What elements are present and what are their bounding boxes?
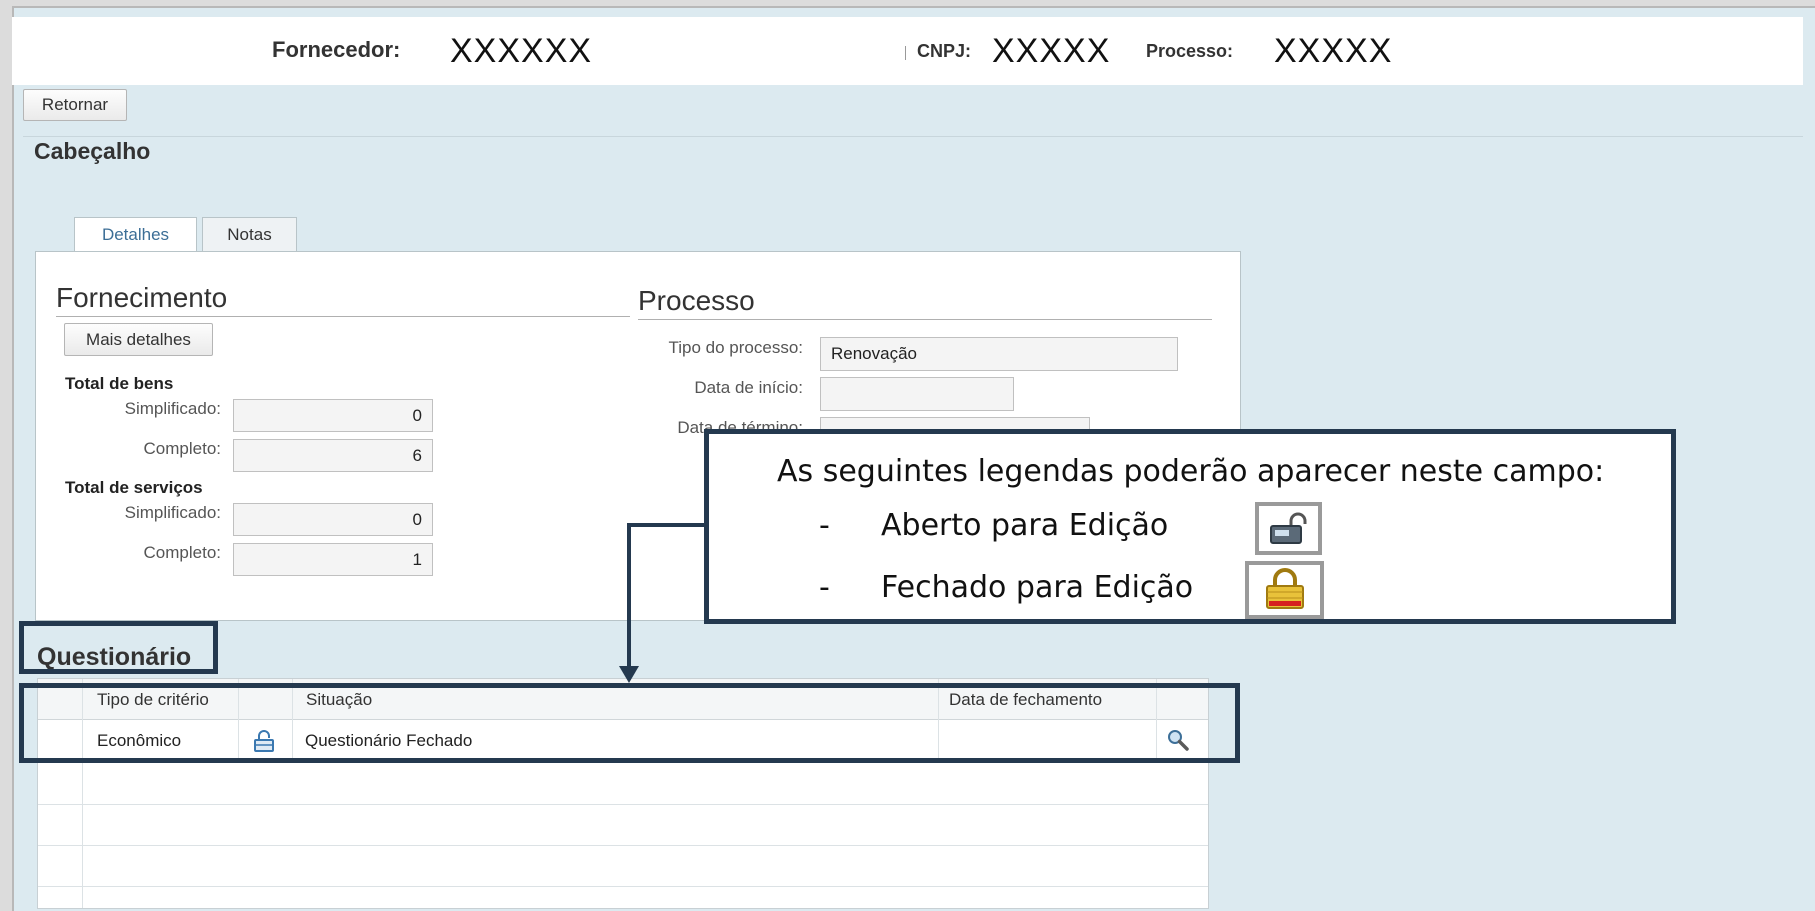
- start-date-field[interactable]: [820, 377, 1014, 411]
- services-simplified-field[interactable]: 0: [233, 503, 433, 536]
- fornecimento-title: Fornecimento: [56, 282, 228, 313]
- process-type-field[interactable]: Renovação: [820, 337, 1178, 371]
- processo-title: Processo: [638, 285, 755, 316]
- supplier-label: Fornecedor:: [272, 37, 401, 62]
- bullet-dash: -: [819, 570, 830, 605]
- goods-total-title: Total de bens: [65, 374, 174, 393]
- open-for-edit-icon: [1255, 502, 1322, 555]
- supplier-value: XXXXXX: [450, 32, 593, 70]
- processo-divider: [638, 319, 1212, 320]
- services-total-title: Total de serviços: [65, 478, 203, 497]
- connector-line: [627, 523, 707, 527]
- process-type-label: Tipo do processo:: [668, 338, 804, 357]
- legend-callout: As seguintes legendas poderão aparecer n…: [704, 429, 1676, 624]
- cnpj-value: XXXXX: [992, 32, 1111, 70]
- row-divider: [38, 886, 1208, 887]
- tab-notas[interactable]: Notas: [202, 217, 297, 251]
- services-complete-field[interactable]: 1: [233, 543, 433, 576]
- goods-complete-label: Completo:: [143, 439, 221, 458]
- bullet-dash: -: [819, 508, 830, 543]
- connector-line: [627, 523, 631, 675]
- callout-headline: As seguintes legendas poderão aparecer n…: [777, 454, 1605, 489]
- arrow-head-icon: [619, 666, 639, 683]
- questionnaire-row-highlight: [19, 683, 1240, 763]
- fornecimento-divider: [56, 316, 630, 317]
- services-simplified-label: Simplificado:: [124, 503, 221, 522]
- more-details-button[interactable]: Mais detalhes: [64, 323, 213, 356]
- legend-open-label: Aberto para Edição: [881, 508, 1169, 543]
- process-value: XXXXX: [1274, 32, 1393, 70]
- questionnaire-title-highlight: [19, 621, 218, 674]
- goods-simplified-label: Simplificado:: [124, 399, 221, 418]
- goods-complete-field[interactable]: 6: [233, 439, 433, 472]
- tab-detalhes[interactable]: Detalhes: [74, 217, 197, 251]
- divider: [23, 136, 1803, 137]
- closed-for-edit-icon: [1245, 561, 1324, 619]
- start-date-label: Data de início:: [694, 378, 803, 397]
- header-bar: Fornecedor: XXXXXX CNPJ: XXXXX Processo:…: [12, 17, 1803, 85]
- row-divider: [38, 845, 1208, 846]
- services-complete-label: Completo:: [143, 543, 221, 562]
- goods-simplified-field[interactable]: 0: [233, 399, 433, 432]
- header-divider: [905, 46, 906, 60]
- row-divider: [38, 804, 1208, 805]
- legend-closed-label: Fechado para Edição: [881, 570, 1194, 605]
- page-title: Cabeçalho: [34, 138, 151, 164]
- cnpj-label: CNPJ:: [917, 41, 972, 61]
- process-label: Processo:: [1146, 41, 1234, 61]
- back-button[interactable]: Retornar: [23, 89, 127, 121]
